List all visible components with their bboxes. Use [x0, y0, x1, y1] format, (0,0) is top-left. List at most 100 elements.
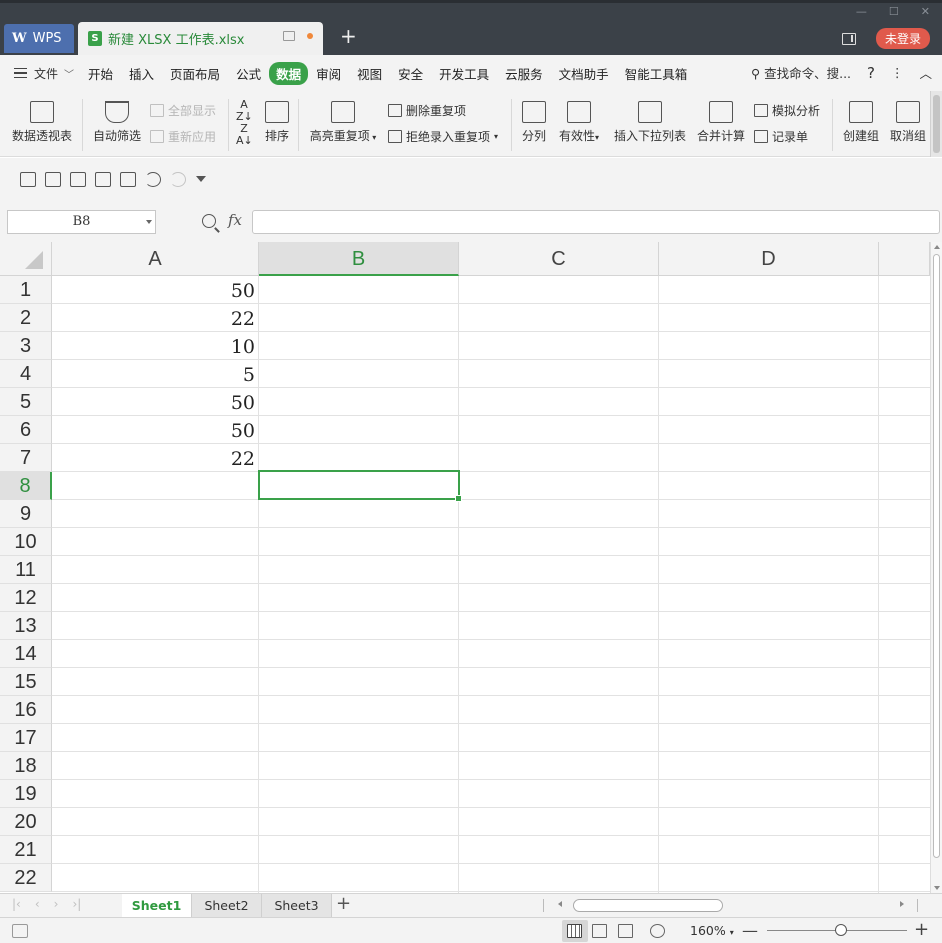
ribbon-scrollbar[interactable] [930, 91, 942, 157]
scroll-right-icon[interactable] [900, 901, 904, 907]
row-header-9[interactable]: 9 [0, 500, 52, 528]
column-header-a[interactable]: A [52, 242, 259, 276]
row-header-20[interactable]: 20 [0, 808, 52, 836]
remove-duplicates-button[interactable]: 删除重复项 [388, 102, 466, 119]
maximize-icon[interactable]: ☐ [889, 5, 899, 18]
sheet-tab-sheet1[interactable]: Sheet1 [122, 894, 192, 917]
cell-a2[interactable]: 22 [52, 304, 259, 332]
row-header-21[interactable]: 21 [0, 836, 52, 864]
spreadsheet-grid[interactable]: A B C D 1 2 3 4 5 6 7 8 9 10 11 12 13 14 15 16 17 18 19 20 21 22 5… [0, 242, 942, 893]
new-tab-button[interactable]: + [340, 26, 357, 46]
row-header-16[interactable]: 16 [0, 696, 52, 724]
autofilter-button[interactable]: 自动筛选 [90, 101, 144, 144]
menu-item-toolbox[interactable]: 智能工具箱 [617, 64, 696, 83]
show-all-button[interactable]: 全部显示 [150, 102, 216, 119]
command-search[interactable]: ⚲ 查找命令、搜... [751, 63, 851, 82]
vertical-scroll-thumb[interactable] [933, 254, 940, 858]
open-folder-icon[interactable] [45, 171, 61, 187]
eye-protection-icon[interactable] [650, 924, 665, 938]
menu-item-review[interactable]: 审阅 [308, 64, 349, 83]
consolidate-button[interactable]: 合并计算 [695, 101, 747, 144]
reapply-button[interactable]: 重新应用 [150, 128, 216, 145]
ungroup-button[interactable]: 取消组 [888, 101, 928, 144]
file-menu[interactable]: 文件 ﹀ [0, 65, 80, 82]
zoom-slider-handle[interactable] [835, 924, 848, 936]
row-header-8[interactable]: 8 [0, 472, 52, 500]
cell-a5[interactable]: 50 [52, 388, 259, 416]
row-header-14[interactable]: 14 [0, 640, 52, 668]
menu-item-home[interactable]: 开始 [80, 64, 121, 83]
reading-mode-icon[interactable] [618, 924, 633, 938]
sort-descending-button[interactable]: Z A↓ [236, 123, 253, 147]
next-sheet-icon[interactable]: › [54, 897, 59, 911]
print-icon[interactable] [95, 171, 111, 187]
panel-layout-icon[interactable] [841, 32, 856, 45]
create-group-button[interactable]: 创建组 [840, 101, 882, 144]
horizontal-scroll-thumb[interactable] [573, 899, 723, 912]
collapse-ribbon-icon[interactable]: ︿ [919, 63, 932, 82]
row-header-10[interactable]: 10 [0, 528, 52, 556]
first-sheet-icon[interactable]: |‹ [12, 897, 21, 911]
menu-item-formulas[interactable]: 公式 [228, 64, 269, 83]
undo-icon[interactable] [145, 171, 161, 187]
row-header-3[interactable]: 3 [0, 332, 52, 360]
sheet-tab-sheet3[interactable]: Sheet3 [262, 894, 332, 917]
menu-item-page-layout[interactable]: 页面布局 [162, 64, 228, 83]
document-tab[interactable]: S 新建 XLSX 工作表.xlsx [78, 22, 323, 55]
active-cell[interactable] [258, 470, 462, 502]
login-button[interactable]: 未登录 [875, 28, 930, 49]
row-header-12[interactable]: 12 [0, 584, 52, 612]
scroll-divider[interactable] [543, 899, 544, 912]
cell-a4[interactable]: 5 [52, 360, 259, 388]
cell-a1[interactable]: 50 [52, 276, 259, 304]
redo-icon[interactable] [170, 171, 186, 187]
menu-item-view[interactable]: 视图 [349, 64, 390, 83]
save-icon[interactable] [70, 171, 86, 187]
menu-item-doc-assistant[interactable]: 文档助手 [551, 64, 617, 83]
row-header-6[interactable]: 6 [0, 416, 52, 444]
row-header-19[interactable]: 19 [0, 780, 52, 808]
name-box[interactable]: B8 [7, 210, 156, 234]
prev-sheet-icon[interactable]: ‹ [35, 897, 40, 911]
customize-toolbar-icon[interactable] [195, 174, 207, 184]
menu-item-data[interactable]: 数据 [269, 61, 309, 85]
row-header-22[interactable]: 22 [0, 864, 52, 892]
wps-home-tab[interactable]: W WPS [4, 24, 74, 53]
row-header-11[interactable]: 11 [0, 556, 52, 584]
formula-input[interactable] [252, 210, 940, 234]
column-header-d[interactable]: D [659, 242, 879, 276]
scroll-down-icon[interactable] [934, 886, 940, 890]
reject-duplicates-button[interactable]: 拒绝录入重复项 ▾ [388, 128, 498, 145]
insert-dropdown-list-button[interactable]: 插入下拉列表 [612, 101, 688, 144]
help-icon[interactable]: ? [867, 64, 875, 82]
column-header-b[interactable]: B [259, 242, 459, 276]
row-header-4[interactable]: 4 [0, 360, 52, 388]
split-column-button[interactable]: 分列 [518, 101, 550, 144]
scroll-divider[interactable] [917, 899, 918, 912]
cell-a7[interactable]: 22 [52, 444, 259, 472]
column-header-c[interactable]: C [459, 242, 659, 276]
row-header-1[interactable]: 1 [0, 276, 52, 304]
pivot-table-button[interactable]: 数据透视表 [8, 101, 76, 144]
zoom-level[interactable]: 160% ▾ [690, 923, 734, 938]
row-header-18[interactable]: 18 [0, 752, 52, 780]
normal-view-icon[interactable] [567, 924, 582, 938]
row-header-17[interactable]: 17 [0, 724, 52, 752]
row-header-2[interactable]: 2 [0, 304, 52, 332]
menu-item-security[interactable]: 安全 [390, 64, 431, 83]
last-sheet-icon[interactable]: ›| [72, 897, 81, 911]
menu-item-insert[interactable]: 插入 [121, 64, 162, 83]
row-header-5[interactable]: 5 [0, 388, 52, 416]
zoom-in-button[interactable]: + [914, 919, 929, 940]
column-header-partial[interactable] [879, 242, 930, 276]
zoom-icon[interactable] [202, 214, 216, 228]
sort-ascending-button[interactable]: A Z↓ [236, 99, 253, 123]
sheet-tab-sheet2[interactable]: Sheet2 [192, 894, 262, 917]
vertical-scrollbar[interactable] [930, 242, 942, 893]
record-form-button[interactable]: 记录单 [754, 128, 808, 145]
what-if-analysis-button[interactable]: 模拟分析 [754, 102, 820, 119]
menu-item-cloud[interactable]: 云服务 [497, 64, 551, 83]
macro-record-icon[interactable] [12, 924, 28, 938]
print-preview-icon[interactable] [120, 171, 136, 187]
more-icon[interactable]: ⋮ [891, 65, 904, 80]
